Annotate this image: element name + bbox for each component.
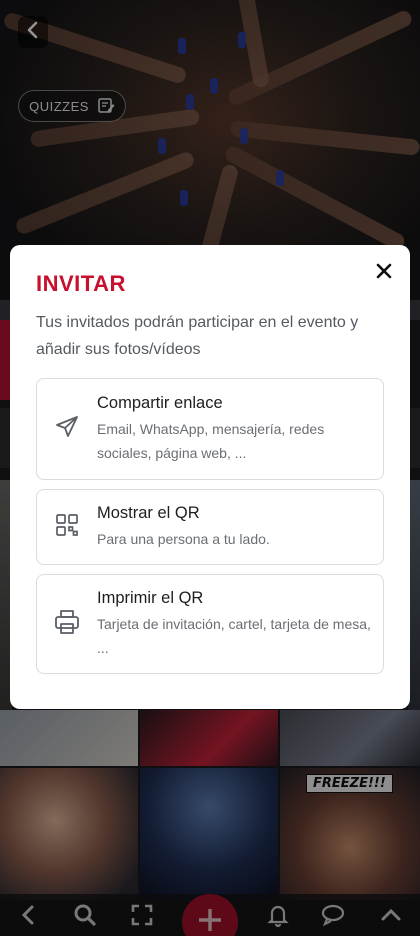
dialog-description: Tus invitados podrán participar en el ev… <box>36 314 359 358</box>
dialog-title: INVITAR <box>36 271 126 296</box>
show-qr-option[interactable]: Mostrar el QR Para una persona a tu lado… <box>36 489 384 565</box>
option-title: Compartir enlace <box>97 393 223 412</box>
printer-icon <box>54 609 80 640</box>
option-subtitle: Tarjeta de invitación, cartel, tarjeta d… <box>97 615 371 656</box>
option-subtitle: Para una persona a tu lado. <box>97 530 270 547</box>
invite-dialog: INVITAR Tus invitados podrán participar … <box>10 245 410 709</box>
share-link-option[interactable]: Compartir enlace Email, WhatsApp, mensaj… <box>36 378 384 480</box>
option-title: Imprimir el QR <box>97 588 204 607</box>
close-button[interactable] <box>370 259 398 287</box>
close-icon <box>375 262 393 285</box>
option-title: Mostrar el QR <box>97 503 200 522</box>
option-subtitle: Email, WhatsApp, mensajería, redes socia… <box>97 420 325 461</box>
qr-code-icon <box>55 513 79 542</box>
print-qr-option[interactable]: Imprimir el QR Tarjeta de invitación, ca… <box>36 574 384 674</box>
send-icon <box>54 414 80 445</box>
